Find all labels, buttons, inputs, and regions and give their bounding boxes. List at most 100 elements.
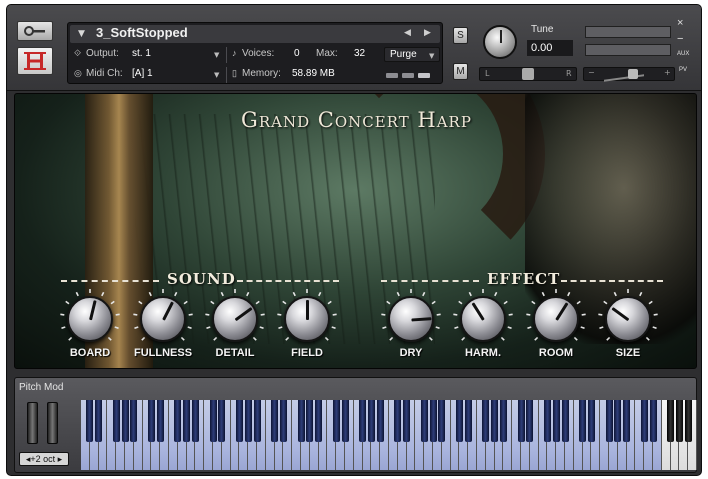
black-key[interactable] [359,400,367,442]
instrument-name-row[interactable]: ▼ 3_SoftStopped ◀ ▶ [70,25,440,43]
black-key[interactable] [253,400,261,442]
knob-board[interactable]: BOARD [55,289,125,368]
black-key[interactable] [526,400,534,442]
black-key[interactable] [121,400,129,442]
black-key[interactable] [675,400,683,442]
black-key[interactable] [183,400,191,442]
library-logo-icon[interactable] [17,47,53,75]
mute-button[interactable]: M [453,63,468,80]
black-key[interactable] [640,400,648,442]
knob-body[interactable] [460,296,506,342]
knob-body[interactable] [140,296,186,342]
mod-wheel[interactable] [47,402,58,444]
knob-harm[interactable]: HARM. [448,289,518,368]
black-key[interactable] [394,400,402,442]
black-key[interactable] [491,400,499,442]
black-key[interactable] [623,400,631,442]
aux-button[interactable]: AUX [677,51,689,57]
black-key[interactable] [191,400,199,442]
black-key[interactable] [332,400,340,442]
black-key[interactable] [271,400,279,442]
prev-instrument-icon[interactable]: ◀ [404,28,411,38]
black-key[interactable] [438,400,446,442]
black-key[interactable] [297,400,305,442]
minimize-icon[interactable]: − [677,33,683,45]
black-key[interactable] [420,400,428,442]
black-key[interactable] [112,400,120,442]
octave-shift-control[interactable]: ◂+2 oct ▸ [19,452,69,466]
black-key[interactable] [499,400,507,442]
black-key[interactable] [218,400,226,442]
knob-fullness[interactable]: FULLNESS [128,289,198,368]
black-key[interactable] [482,400,490,442]
next-instrument-icon[interactable]: ▶ [424,28,431,38]
black-key[interactable] [147,400,155,442]
black-key[interactable] [667,400,675,442]
black-key[interactable] [464,400,472,442]
black-key[interactable] [561,400,569,442]
close-icon[interactable]: × [677,17,683,29]
black-key[interactable] [429,400,437,442]
wrench-icon[interactable] [17,21,53,41]
midi-icon: ◎ [74,68,82,78]
output-value[interactable]: st. 1 [132,48,151,59]
black-key[interactable] [235,400,243,442]
pitch-wheel[interactable] [27,402,38,444]
max-voices-value[interactable]: 32 [354,48,365,59]
purge-dropdown-icon[interactable]: ▼ [429,52,434,60]
knob-size[interactable]: SIZE [593,289,663,368]
tune-value[interactable]: 0.00 [527,40,573,56]
knob-body[interactable] [533,296,579,342]
pan-slider[interactable]: L R [479,67,577,81]
black-key[interactable] [649,400,657,442]
knob-body[interactable] [67,296,113,342]
black-key[interactable] [455,400,463,442]
black-key[interactable] [579,400,587,442]
pv-button[interactable]: PV [679,67,687,73]
knob-room[interactable]: ROOM [521,289,591,368]
purge-label[interactable]: Purge [390,49,417,60]
black-key[interactable] [244,400,252,442]
black-key[interactable] [605,400,613,442]
collapse-arrow-icon[interactable]: ▼ [78,29,85,39]
knob-dry[interactable]: DRY [376,289,446,368]
knob-body[interactable] [212,296,258,342]
black-key[interactable] [403,400,411,442]
knob-tick [332,313,337,316]
tune-knob[interactable] [483,25,517,59]
black-key[interactable] [517,400,525,442]
knob-body[interactable] [605,296,651,342]
black-key[interactable] [367,400,375,442]
volume-handle[interactable] [628,69,638,79]
purge-menu[interactable]: Purge ▼ [384,47,440,62]
knob-detail[interactable]: DETAIL [200,289,270,368]
pan-handle[interactable] [522,68,534,80]
knob-body[interactable] [388,296,434,342]
black-key[interactable] [86,400,94,442]
black-key[interactable] [543,400,551,442]
piano-keyboard[interactable] [81,400,697,470]
black-key[interactable] [130,400,138,442]
black-key[interactable] [279,400,287,442]
black-key[interactable] [376,400,384,442]
knob-field[interactable]: FIELD [272,289,342,368]
midi-channel-value[interactable]: [A] 1 [132,68,153,79]
volume-slider[interactable]: − + [583,67,675,82]
solo-button[interactable]: S [453,27,468,44]
output-dropdown-icon[interactable]: ▼ [214,51,219,59]
black-key[interactable] [95,400,103,442]
black-key[interactable] [614,400,622,442]
knob-body[interactable] [284,296,330,342]
knob-tick [292,291,296,297]
midi-dropdown-icon[interactable]: ▼ [214,71,219,79]
black-key[interactable] [306,400,314,442]
black-key[interactable] [552,400,560,442]
black-key[interactable] [587,400,595,442]
black-key[interactable] [684,400,692,442]
instrument-name[interactable]: 3_SoftStopped [96,25,188,40]
black-key[interactable] [174,400,182,442]
black-key[interactable] [156,400,164,442]
black-key[interactable] [341,400,349,442]
black-key[interactable] [209,400,217,442]
black-key[interactable] [315,400,323,442]
